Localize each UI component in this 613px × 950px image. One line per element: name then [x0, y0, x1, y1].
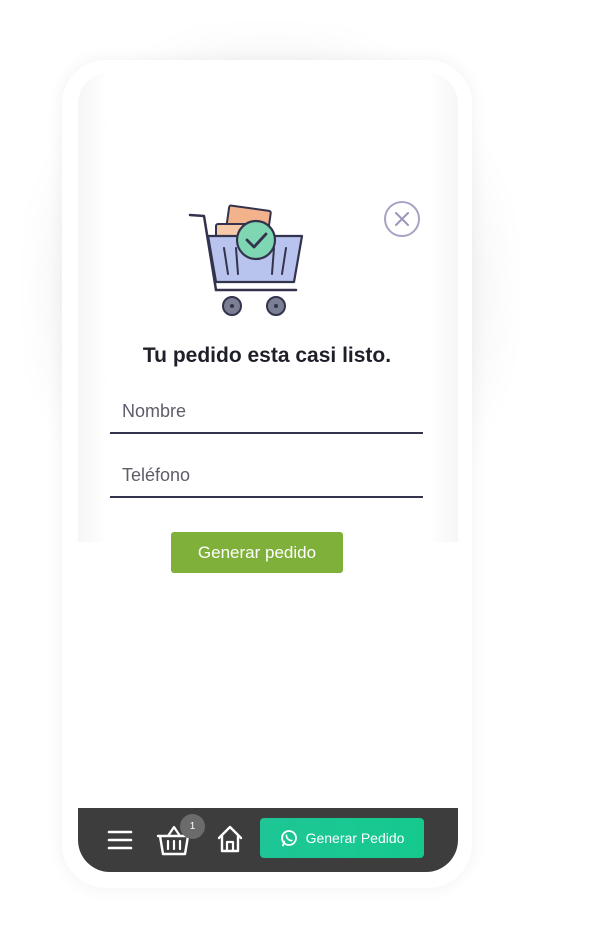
- generate-order-button[interactable]: Generar pedido: [171, 532, 343, 573]
- menu-icon[interactable]: [106, 826, 134, 854]
- shopping-cart-check-icon: [188, 204, 304, 316]
- whatsapp-button-label: Generar Pedido: [305, 830, 405, 846]
- basket-count-badge: 1: [180, 814, 205, 839]
- whatsapp-order-button[interactable]: Generar Pedido: [260, 818, 424, 858]
- close-icon: [395, 212, 409, 226]
- modal-title: Tu pedido esta casi listo.: [142, 344, 392, 367]
- stage: Tu pedido esta casi listo. Generar pedid…: [0, 0, 613, 950]
- phone-input[interactable]: [110, 454, 423, 498]
- close-button[interactable]: [384, 201, 420, 237]
- phone-screen: Tu pedido esta casi listo. Generar pedid…: [78, 72, 458, 872]
- background-cover: [470, 540, 613, 950]
- home-icon[interactable]: [216, 824, 244, 854]
- bottom-bar: 1 Generar Pedido: [78, 808, 458, 872]
- name-input[interactable]: [110, 390, 423, 434]
- whatsapp-icon: [280, 830, 297, 847]
